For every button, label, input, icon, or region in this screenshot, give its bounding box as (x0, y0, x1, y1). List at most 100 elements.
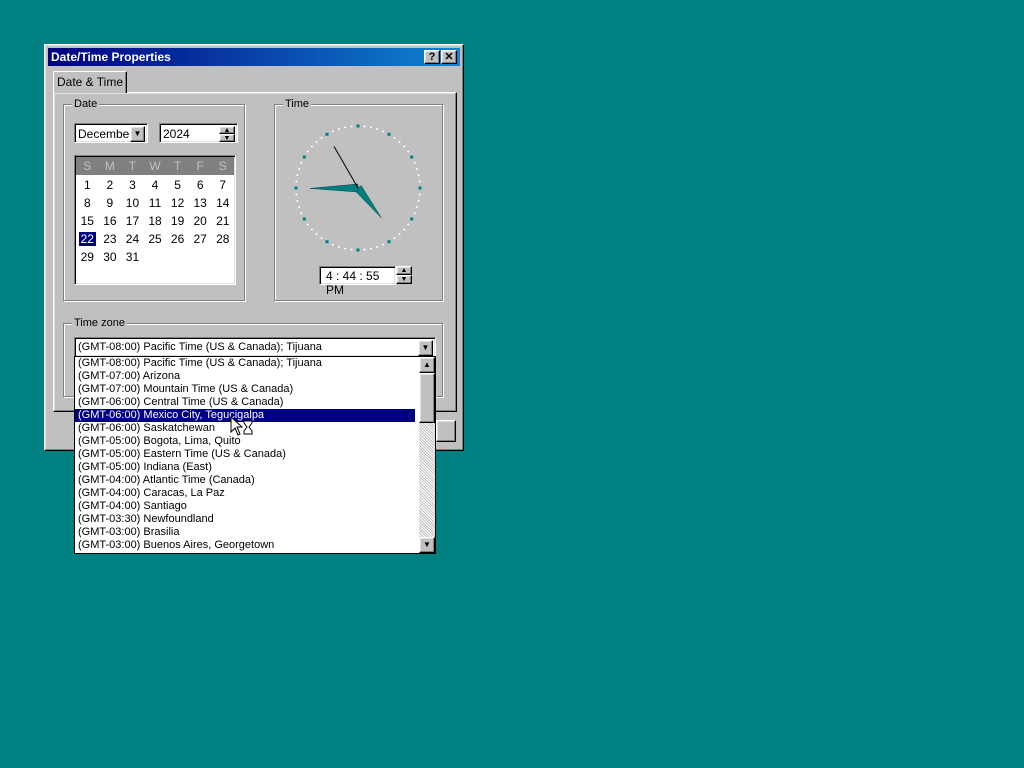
timezone-option[interactable]: (GMT-04:00) Caracas, La Paz (75, 487, 415, 500)
time-value: 4 : 44 : 55 PM (326, 269, 380, 297)
calendar-day[interactable]: 21 (211, 212, 234, 230)
help-button[interactable]: ? (424, 50, 440, 64)
tab-date-time[interactable]: Date & Time (53, 71, 127, 93)
calendar-week-row: 29 30 31 (76, 248, 234, 266)
clock-hour-mark (294, 186, 298, 190)
clock-minute-mark (407, 150, 410, 153)
clock-minute-mark (331, 243, 334, 246)
timezone-option[interactable]: (GMT-04:00) Atlantic Time (Canada) (75, 474, 415, 487)
calendar-day[interactable]: 2 (99, 176, 122, 194)
calendar-week-row: 22 23 24 25 26 27 28 (76, 230, 234, 248)
arrow-up-icon: ▲ (400, 267, 408, 274)
clock-minute-mark (296, 174, 299, 177)
calendar-day[interactable]: 11 (144, 194, 167, 212)
calendar-day[interactable]: 19 (166, 212, 189, 230)
calendar-day[interactable]: 14 (211, 194, 234, 212)
time-up-button[interactable]: ▲ (396, 266, 412, 275)
calendar-day[interactable]: 10 (121, 194, 144, 212)
clock-minute-mark (418, 193, 421, 196)
clock-minute-mark (415, 167, 418, 170)
scroll-up-button[interactable]: ▲ (419, 357, 435, 373)
timezone-option[interactable]: (GMT-06:00) Central Time (US & Canada) (75, 396, 415, 409)
calendar-day[interactable]: 15 (76, 212, 99, 230)
timezone-option[interactable]: (GMT-04:00) Santiago (75, 500, 415, 513)
calendar-day[interactable]: 9 (99, 194, 122, 212)
month-dropdown[interactable]: December ▼ (74, 123, 148, 143)
timezone-option[interactable]: (GMT-08:00) Pacific Time (US & Canada); … (75, 357, 415, 370)
clock-minute-mark (331, 130, 334, 133)
calendar-day[interactable]: 7 (211, 176, 234, 194)
time-down-button[interactable]: ▼ (396, 275, 412, 284)
arrow-down-icon: ▼ (223, 135, 231, 142)
calendar-day[interactable]: 29 (76, 248, 99, 266)
calendar-day[interactable]: 18 (144, 212, 167, 230)
calendar-day[interactable]: 26 (166, 230, 189, 248)
timezone-dropdown-button[interactable]: ▼ (418, 340, 433, 356)
calendar-day[interactable]: 6 (189, 176, 212, 194)
timezone-option[interactable]: (GMT-07:00) Arizona (75, 370, 415, 383)
calendar-day[interactable]: 27 (189, 230, 212, 248)
chevron-down-icon: ▼ (133, 129, 142, 138)
clock-hour-mark (325, 240, 329, 244)
calendar-day[interactable]: 20 (189, 212, 212, 230)
calendar-day[interactable]: 1 (76, 176, 99, 194)
clock-minute-mark (315, 140, 318, 143)
clock-minute-mark (350, 248, 353, 251)
month-dropdown-button[interactable]: ▼ (130, 126, 145, 142)
listbox-scrollbar[interactable]: ▲ ▼ (419, 357, 435, 553)
timezone-option[interactable]: (GMT-05:00) Indiana (East) (75, 461, 415, 474)
year-down-button[interactable]: ▼ (219, 134, 235, 142)
scroll-thumb[interactable] (419, 373, 435, 423)
calendar-day[interactable]: 17 (121, 212, 144, 230)
clock-minute-mark (413, 212, 416, 215)
clock-minute-mark (398, 140, 401, 143)
calendar-day[interactable]: 22 (76, 230, 99, 248)
timezone-option[interactable]: (GMT-05:00) Eastern Time (US & Canada) (75, 448, 415, 461)
calendar-day[interactable]: 16 (99, 212, 122, 230)
close-button[interactable]: ✕ (441, 50, 457, 64)
calendar-week-row: 1234567 (76, 176, 234, 194)
clock-minute-hand (309, 183, 359, 193)
arrow-down-icon: ▼ (423, 540, 431, 549)
help-icon: ? (428, 51, 436, 63)
calendar-day[interactable]: 24 (121, 230, 144, 248)
calendar-day[interactable]: 13 (189, 194, 212, 212)
calendar-day[interactable]: 23 (99, 230, 122, 248)
clock-minute-mark (415, 206, 418, 209)
timezone-listbox[interactable]: (GMT-08:00) Pacific Time (US & Canada); … (74, 356, 436, 554)
calendar-day[interactable]: 25 (144, 230, 167, 248)
timezone-option[interactable]: (GMT-03:00) Buenos Aires, Georgetown (75, 539, 415, 552)
clock-minute-mark (315, 233, 318, 236)
timezone-option[interactable]: (GMT-03:30) Newfoundland (75, 513, 415, 526)
weekday-label: T (128, 159, 137, 173)
timezone-legend: Time zone (72, 317, 127, 330)
title-bar[interactable]: Date/Time Properties ? ✕ (48, 48, 460, 66)
clock-minute-mark (418, 180, 421, 183)
dialog-button-partial[interactable] (436, 420, 456, 442)
timezone-dropdown[interactable]: (GMT-08:00) Pacific Time (US & Canada); … (74, 337, 436, 357)
clock-hour-mark (418, 186, 422, 190)
calendar-day[interactable]: 4 (144, 176, 167, 194)
calendar-day[interactable]: 3 (121, 176, 144, 194)
clock-minute-mark (306, 150, 309, 153)
year-spinner[interactable]: 2024 ▲ ▼ (159, 123, 238, 143)
clock-hour-mark (302, 155, 306, 159)
clock-minute-mark (337, 245, 340, 248)
calendar-day[interactable]: 28 (211, 230, 234, 248)
scroll-down-button[interactable]: ▼ (419, 537, 435, 553)
calendar-day[interactable]: 30 (99, 248, 122, 266)
weekday-label: T (173, 159, 182, 173)
clock-minute-mark (376, 245, 379, 248)
clock-hour-mark (410, 217, 414, 221)
timezone-option[interactable]: (GMT-07:00) Mountain Time (US & Canada) (75, 383, 415, 396)
calendar-day[interactable]: 31 (121, 248, 144, 266)
calendar-day[interactable]: 8 (76, 194, 99, 212)
year-up-button[interactable]: ▲ (219, 126, 235, 134)
clock-minute-mark (393, 136, 396, 139)
clock-minute-mark (369, 247, 372, 250)
clock-hour-hand (354, 185, 382, 219)
time-field[interactable]: 4 : 44 : 55 PM (319, 266, 396, 297)
calendar-day[interactable]: 12 (166, 194, 189, 212)
calendar-day[interactable]: 5 (166, 176, 189, 194)
timezone-option[interactable]: (GMT-03:00) Brasilia (75, 526, 415, 539)
